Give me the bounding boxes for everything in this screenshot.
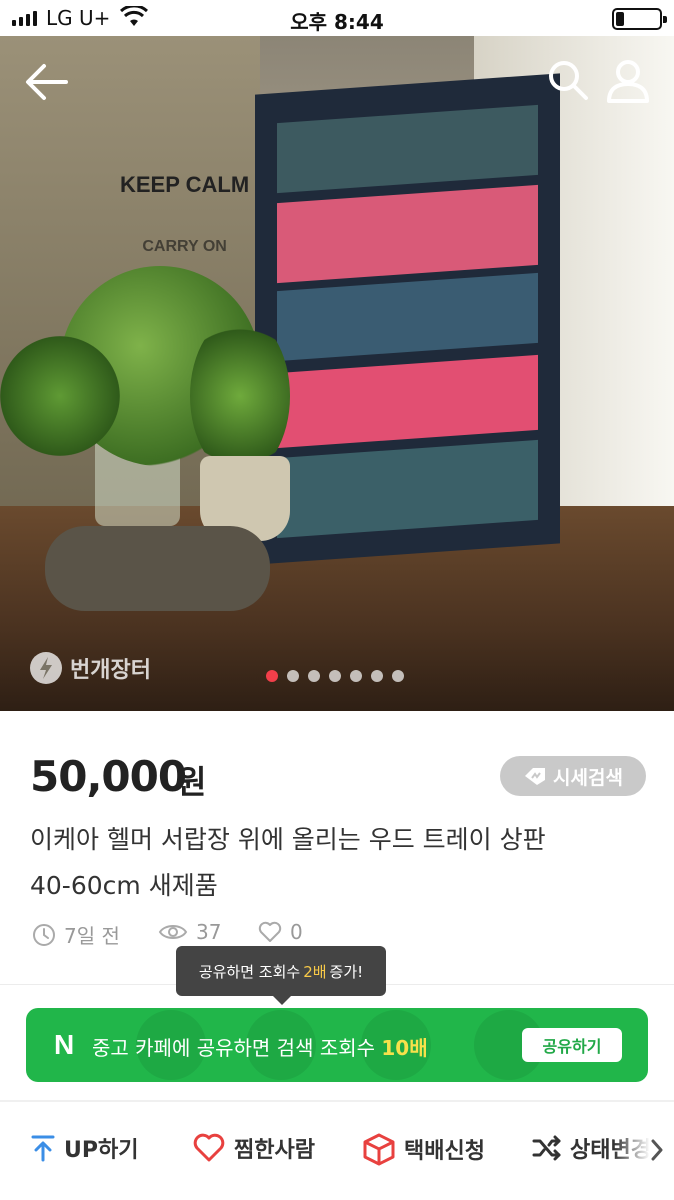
price: 50,000: [30, 752, 187, 801]
posted-time: 7일 전: [32, 920, 120, 949]
product-photo[interactable]: KEEP CALM CARRY ON: [0, 36, 674, 711]
product-title-line1: 이케아 헬머 서랍장 위에 올리는 우드 트레이 상판: [30, 825, 546, 854]
eye-icon: [158, 925, 188, 939]
status-bar: LG U+ 오후 8:44: [0, 0, 674, 36]
naver-logo-icon: N: [54, 1029, 75, 1060]
price-unit: 원: [177, 763, 207, 801]
share-banner-text: 중고 카페에 공유하면 검색 조회수: [92, 1036, 376, 1060]
pagination-dot[interactable]: [371, 670, 383, 682]
watermark: 번개장터: [30, 652, 151, 684]
like-count: 0: [258, 920, 303, 944]
arrow-up-icon: [31, 1135, 55, 1162]
delivery-request-label: 택배신청: [404, 1139, 485, 1164]
share-tooltip: 공유하면 조회수 2배 증가!: [176, 946, 386, 1005]
battery-icon: [612, 8, 667, 30]
gallery-pagination[interactable]: [266, 670, 404, 682]
cafe-share-banner[interactable]: N 중고 카페에 공유하면 검색 조회수 10배 공유하기: [26, 1008, 648, 1082]
market-price-search-button[interactable]: 시세검색: [500, 756, 646, 796]
pagination-dot[interactable]: [266, 670, 278, 682]
pagination-dot[interactable]: [329, 670, 341, 682]
clock-icon: [33, 923, 55, 946]
view-count: 37: [158, 920, 221, 944]
battery-level: [616, 12, 624, 26]
pagination-dot[interactable]: [350, 670, 362, 682]
user-icon[interactable]: [604, 58, 652, 104]
like-count-label: 0: [290, 920, 303, 944]
package-box-icon: [363, 1133, 395, 1166]
clock: 오후 8:44: [290, 10, 384, 34]
up-button[interactable]: UP하기: [30, 1132, 138, 1164]
action-bar: UP하기 찜한사람 택배신청 상태변경: [0, 1102, 674, 1200]
search-icon[interactable]: [546, 58, 590, 102]
heart-icon: [193, 1133, 225, 1162]
favorited-users-button[interactable]: 찜한사람: [192, 1132, 315, 1164]
favorited-users-label: 찜한사람: [234, 1138, 315, 1163]
pagination-dot[interactable]: [308, 670, 320, 682]
chevron-right-icon[interactable]: [650, 1138, 664, 1162]
delivery-request-button[interactable]: 택배신청: [362, 1132, 485, 1166]
posted-time-label: 7일 전: [64, 924, 120, 948]
poster-text-2: CARRY ON: [142, 238, 227, 255]
back-arrow-icon[interactable]: [22, 60, 72, 104]
view-count-label: 37: [196, 920, 222, 944]
pagination-dot[interactable]: [287, 670, 299, 682]
tooltip-highlight: 2배: [303, 962, 327, 981]
up-button-label: UP하기: [64, 1138, 139, 1163]
market-price-search-label: 시세검색: [553, 766, 623, 789]
poster-text: KEEP CALM: [120, 172, 250, 197]
tooltip-suffix: 증가!: [329, 962, 364, 981]
share-button[interactable]: 공유하기: [522, 1028, 622, 1062]
shuffle-icon: [532, 1135, 561, 1161]
tooltip-prefix: 공유하면 조회수: [198, 962, 301, 981]
tray-poster: [255, 73, 560, 565]
share-banner-highlight: 10배: [381, 1036, 428, 1060]
price-tag-icon: [525, 768, 546, 785]
watermark-label: 번개장터: [70, 658, 151, 683]
pagination-dot[interactable]: [392, 670, 404, 682]
product-title-line2: 40-60cm 새제품: [30, 871, 218, 900]
bolt-icon: [30, 652, 62, 684]
heart-outline-icon: [258, 921, 282, 942]
